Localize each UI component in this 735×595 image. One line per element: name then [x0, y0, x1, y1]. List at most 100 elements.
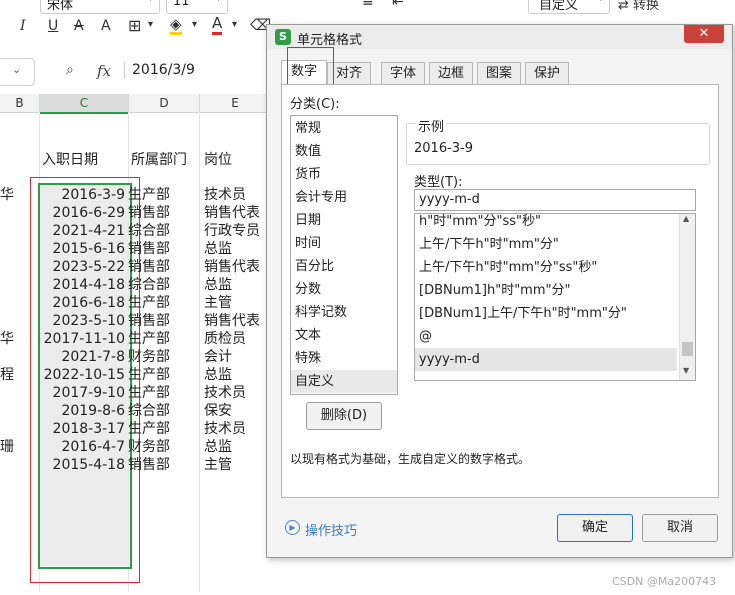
- table-cell-d[interactable]: 财务部: [128, 438, 198, 456]
- column-header-d[interactable]: D: [129, 94, 200, 113]
- table-cell-b[interactable]: [0, 222, 30, 240]
- type-list-item[interactable]: [DBNum1]上午/下午h"时"mm"分": [415, 302, 677, 325]
- type-list-item[interactable]: 上午/下午h"时"mm"分": [415, 233, 677, 256]
- subscript-icon[interactable]: A: [101, 18, 111, 34]
- chevron-down-icon[interactable]: ▾: [232, 19, 237, 30]
- type-list-item[interactable]: yyyy-m-d: [415, 348, 677, 371]
- number-format-select[interactable]: 自定义 ▾: [528, 0, 610, 14]
- table-cell-d[interactable]: 销售部: [128, 204, 198, 222]
- category-item[interactable]: 百分比: [291, 255, 397, 278]
- table-cell-c[interactable]: 2017-9-10: [40, 384, 125, 402]
- align-icon[interactable]: ≡: [362, 0, 374, 10]
- table-cell-c[interactable]: 2016-4-7: [40, 438, 125, 456]
- category-item[interactable]: 常规: [291, 117, 397, 140]
- table-cell-c[interactable]: 2016-6-29: [40, 204, 125, 222]
- table-cell-b[interactable]: [0, 294, 30, 312]
- table-cell-d[interactable]: 财务部: [128, 348, 198, 366]
- table-cell-d[interactable]: 综合部: [128, 222, 198, 240]
- table-cell-c[interactable]: 2016-6-18: [40, 294, 125, 312]
- type-list[interactable]: yyyy-m-d @ [DBNum1]上午/下午h"时"mm"分" [DBNum1]h…: [414, 213, 696, 381]
- underline-icon[interactable]: U: [48, 18, 58, 34]
- category-item[interactable]: 分数: [291, 278, 397, 301]
- scroll-down-icon[interactable]: ▼: [683, 366, 689, 375]
- table-cell-c[interactable]: 2021-4-21: [40, 222, 125, 240]
- table-cell-d[interactable]: 生产部: [128, 186, 198, 204]
- zoom-icon[interactable]: ⌕: [66, 62, 74, 78]
- font-color-icon[interactable]: A: [212, 14, 223, 35]
- name-box[interactable]: ⌄: [0, 58, 35, 86]
- type-list-scrollbar[interactable]: ▲ ▼: [679, 214, 695, 380]
- table-cell-c[interactable]: 2023-5-10: [40, 312, 125, 330]
- table-cell-d[interactable]: 生产部: [128, 294, 198, 312]
- category-item[interactable]: 日期: [291, 209, 397, 232]
- header-cell-position[interactable]: 岗位: [204, 151, 232, 169]
- table-cell-d[interactable]: 生产部: [128, 366, 198, 384]
- category-item[interactable]: 文本: [291, 324, 397, 347]
- table-cell-b[interactable]: [0, 312, 30, 330]
- table-cell-c[interactable]: 2015-6-16: [40, 240, 125, 258]
- table-cell-b[interactable]: 华: [0, 330, 30, 348]
- table-cell-c[interactable]: 2016-3-9: [40, 186, 125, 204]
- table-cell-b[interactable]: 珊: [0, 438, 30, 456]
- table-cell-b[interactable]: [0, 204, 30, 222]
- header-cell-date[interactable]: 入职日期: [42, 151, 98, 169]
- table-cell-e[interactable]: 会计: [204, 348, 270, 366]
- table-cell-b[interactable]: [0, 402, 30, 420]
- category-item[interactable]: 特殊: [291, 347, 397, 370]
- table-cell-c[interactable]: 2018-3-17: [40, 420, 125, 438]
- table-cell-c[interactable]: 2019-8-6: [40, 402, 125, 420]
- table-cell-d[interactable]: 生产部: [128, 330, 198, 348]
- column-header-b[interactable]: B: [0, 94, 40, 113]
- table-cell-e[interactable]: 行政专员: [204, 222, 270, 240]
- table-cell-b[interactable]: [0, 240, 30, 258]
- formula-input[interactable]: 2016/3/9: [132, 62, 195, 78]
- table-cell-b[interactable]: 华: [0, 186, 30, 204]
- type-input[interactable]: yyyy-m-d: [414, 189, 696, 211]
- strikethrough-icon[interactable]: A: [74, 18, 84, 34]
- tab-protection[interactable]: 保护: [525, 62, 569, 85]
- header-cell-dept[interactable]: 所属部门: [131, 151, 187, 169]
- tab-font[interactable]: 字体: [381, 62, 425, 85]
- tab-pattern[interactable]: 图案: [477, 62, 521, 85]
- table-cell-e[interactable]: 主管: [204, 456, 270, 474]
- category-item[interactable]: 科学记数: [291, 301, 397, 324]
- type-list-item[interactable]: @: [415, 325, 677, 348]
- chevron-down-icon[interactable]: ▾: [192, 19, 197, 30]
- column-header-e[interactable]: E: [200, 94, 271, 113]
- scrollbar-thumb[interactable]: [682, 342, 693, 356]
- chevron-down-icon[interactable]: ▾: [148, 19, 153, 30]
- category-list[interactable]: 常规 数值 货币 会计专用 日期 时间 百分比 分数 科学记数 文本 特殊 自定义: [290, 115, 398, 395]
- table-cell-b[interactable]: [0, 258, 30, 276]
- table-cell-d[interactable]: 销售部: [128, 240, 198, 258]
- column-header-c[interactable]: C: [40, 94, 129, 114]
- convert-icon[interactable]: ⇄ 转换: [618, 0, 659, 13]
- table-cell-d[interactable]: 销售部: [128, 456, 198, 474]
- table-cell-d[interactable]: 综合部: [128, 402, 198, 420]
- table-cell-b[interactable]: 程: [0, 366, 30, 384]
- table-cell-d[interactable]: 生产部: [128, 384, 198, 402]
- category-item[interactable]: 数值: [291, 140, 397, 163]
- dialog-titlebar[interactable]: S 单元格格式 ✕: [267, 25, 732, 49]
- table-cell-c[interactable]: 2017-11-10: [40, 330, 125, 348]
- category-item[interactable]: 自定义: [291, 370, 397, 393]
- table-cell-d[interactable]: 销售部: [128, 258, 198, 276]
- table-cell-b[interactable]: [0, 420, 30, 438]
- tips-link[interactable]: 操作技巧: [305, 520, 357, 539]
- category-item[interactable]: 货币: [291, 163, 397, 186]
- table-cell-c[interactable]: 2022-10-15: [40, 366, 125, 384]
- table-cell-e[interactable]: 销售代表: [204, 258, 270, 276]
- table-cell-d[interactable]: 销售部: [128, 312, 198, 330]
- table-cell-e[interactable]: 销售代表: [204, 312, 270, 330]
- type-list-item[interactable]: h"时"mm"分"ss"秒": [415, 214, 677, 233]
- table-cell-e[interactable]: 总监: [204, 276, 270, 294]
- table-cell-e[interactable]: 保安: [204, 402, 270, 420]
- table-cell-e[interactable]: 总监: [204, 366, 270, 384]
- table-cell-c[interactable]: 2014-4-18: [40, 276, 125, 294]
- category-item[interactable]: 时间: [291, 232, 397, 255]
- cancel-button[interactable]: 取消: [642, 514, 718, 542]
- fill-color-icon[interactable]: ◈: [170, 16, 182, 35]
- table-cell-e[interactable]: 主管: [204, 294, 270, 312]
- table-cell-e[interactable]: 质检员: [204, 330, 270, 348]
- type-list-item[interactable]: [DBNum1]h"时"mm"分": [415, 279, 677, 302]
- table-cell-c[interactable]: 2023-5-22: [40, 258, 125, 276]
